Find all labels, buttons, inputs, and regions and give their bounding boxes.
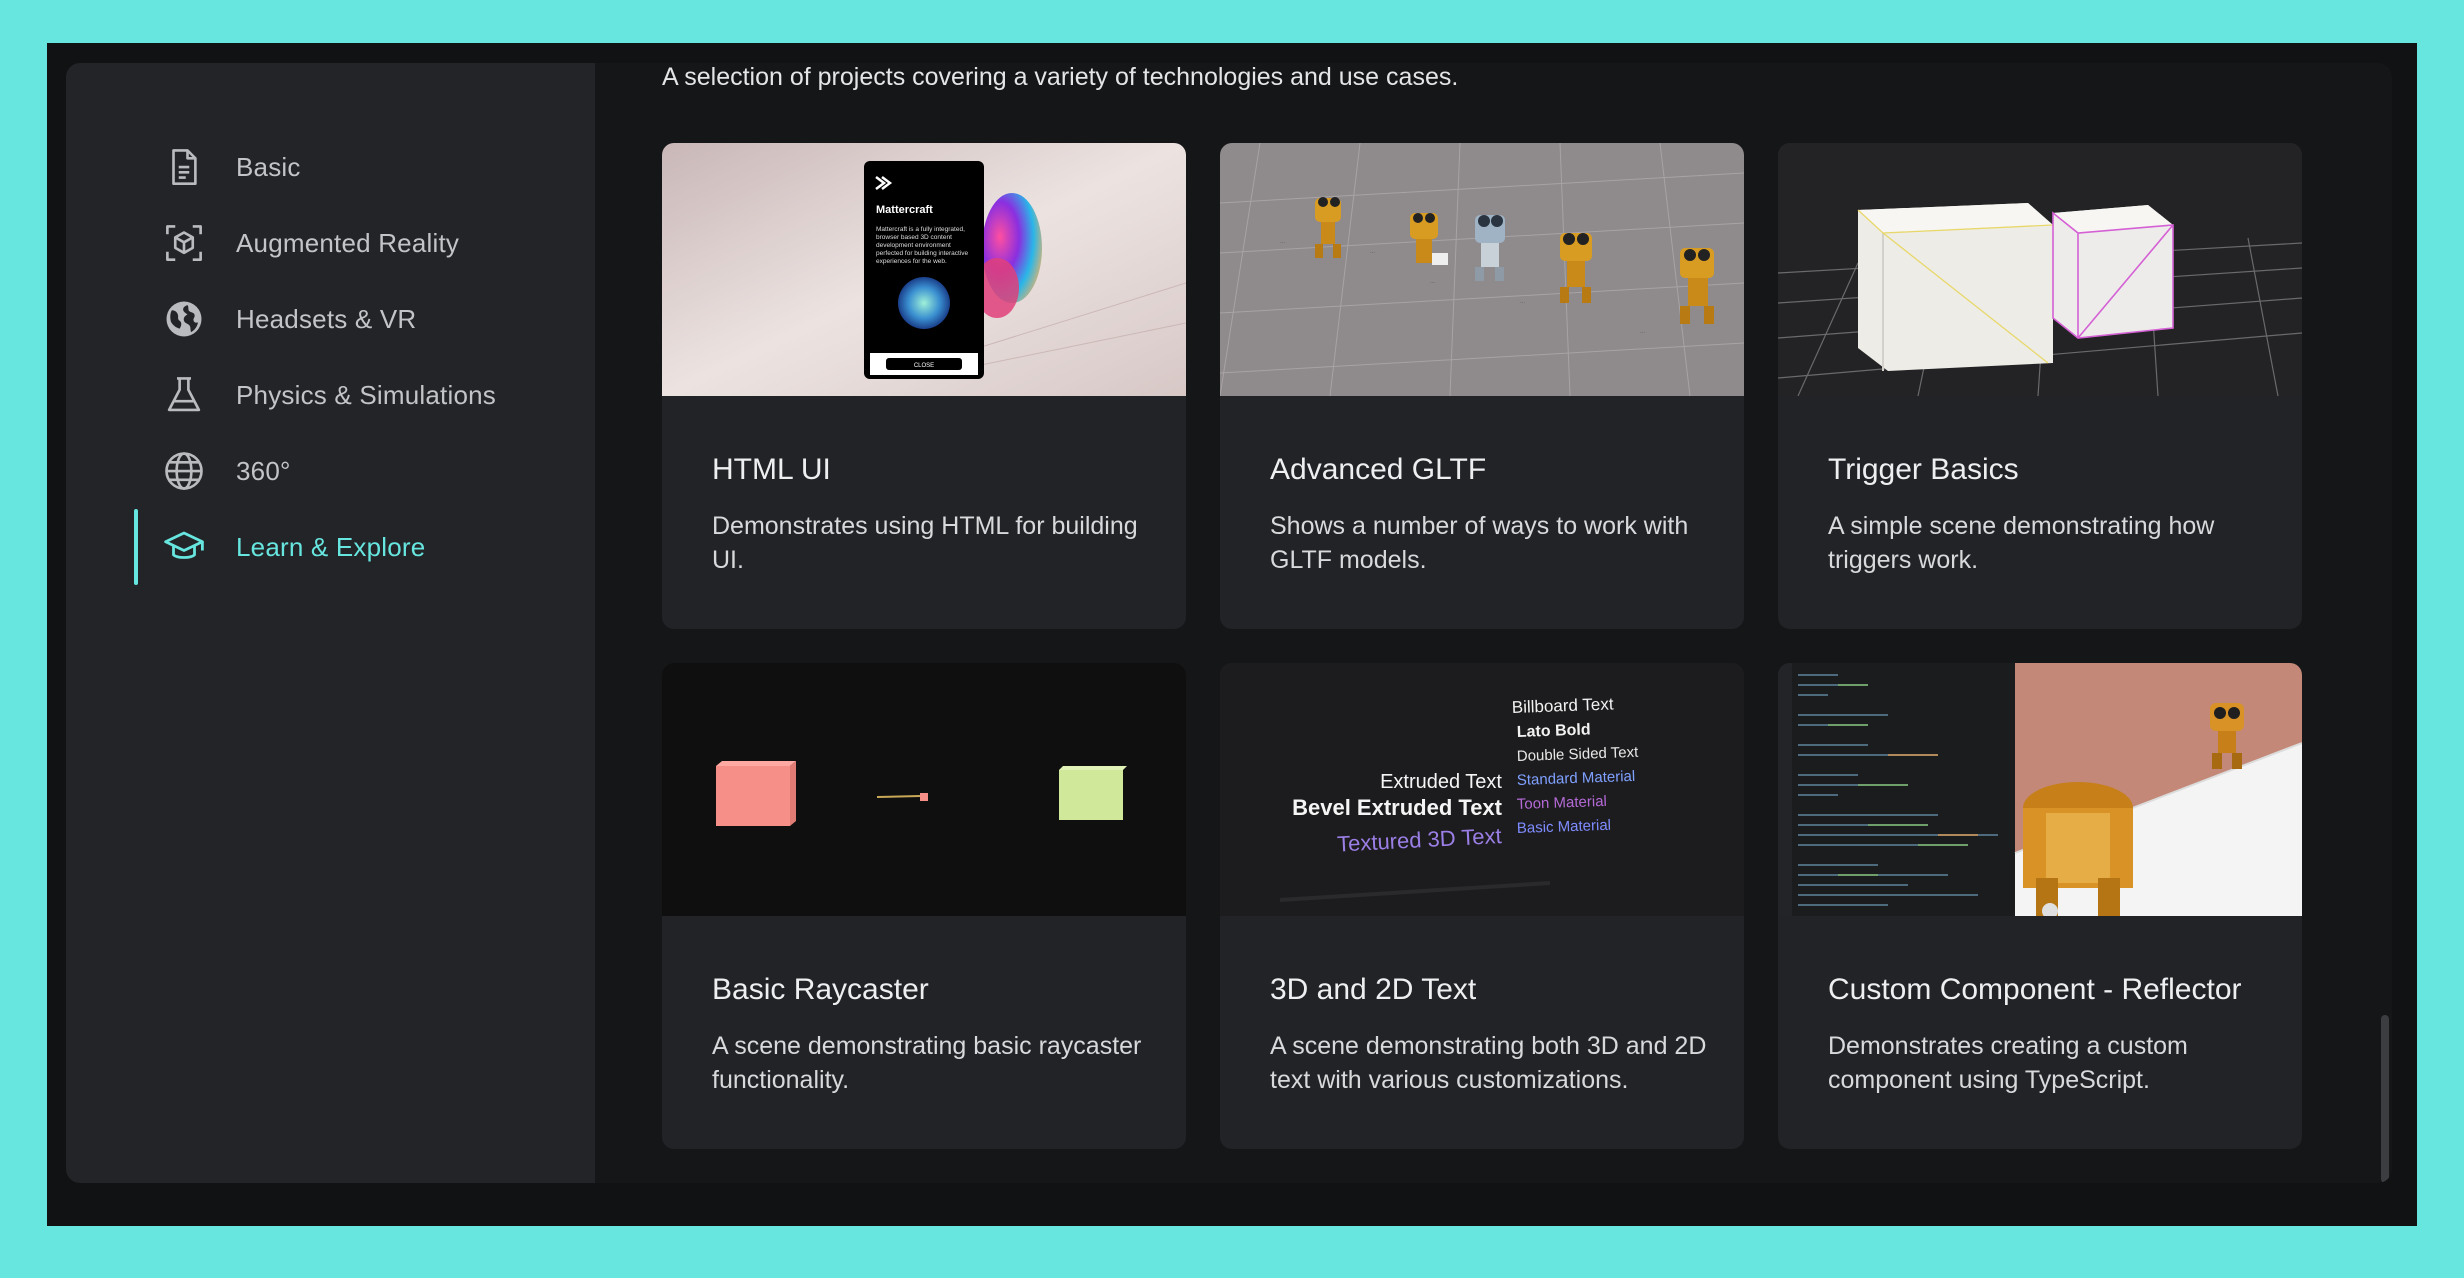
card-title: 3D and 2D Text bbox=[1270, 973, 1477, 1006]
card-description: Demonstrates using HTML for building UI. bbox=[712, 512, 1138, 574]
app-window: Basic Augmented Reality Headsets & VR Ph… bbox=[66, 63, 2392, 1183]
svg-text:development environment: development environment bbox=[876, 242, 951, 249]
vertical-scrollbar[interactable] bbox=[2381, 1015, 2389, 1183]
sidebar-item-label: 360° bbox=[236, 455, 291, 486]
card-title: HTML UI bbox=[712, 453, 831, 486]
card-thumbnail bbox=[1778, 143, 2302, 396]
sidebar: Basic Augmented Reality Headsets & VR Ph… bbox=[66, 63, 595, 1183]
sidebar-item-basic[interactable]: Basic bbox=[134, 129, 574, 205]
card-title: Basic Raycaster bbox=[712, 973, 929, 1006]
sidebar-item-physics-simulations[interactable]: Physics & Simulations bbox=[134, 357, 574, 433]
document-icon bbox=[162, 145, 206, 189]
svg-text:experiences for the web.: experiences for the web. bbox=[876, 258, 947, 265]
svg-text:CLOSE: CLOSE bbox=[914, 363, 934, 369]
sidebar-item-learn-explore[interactable]: Learn & Explore bbox=[134, 509, 574, 585]
sidebar-item-label: Learn & Explore bbox=[236, 531, 426, 562]
sidebar-item-headsets-vr[interactable]: Headsets & VR bbox=[134, 281, 574, 357]
sidebar-item-label: Basic bbox=[236, 151, 301, 182]
graduation-cap-icon bbox=[162, 525, 206, 569]
card-description: A simple scene demonstrating how trigger… bbox=[1828, 512, 2215, 574]
card-description: A scene demonstrating basic raycaster fu… bbox=[712, 1032, 1142, 1094]
sidebar-item-360[interactable]: 360° bbox=[134, 433, 574, 509]
svg-text:browser based 3D content: browser based 3D content bbox=[876, 234, 952, 241]
sidebar-item-label: Physics & Simulations bbox=[236, 379, 496, 410]
svg-text:Toon Material: Toon Material bbox=[1517, 793, 1608, 813]
card-description: A scene demonstrating both 3D and 2D tex… bbox=[1270, 1032, 1707, 1094]
project-card-basic-raycaster[interactable]: Basic Raycaster A scene demonstrating ba… bbox=[662, 663, 1186, 1149]
svg-text:Bevel Extruded Text: Bevel Extruded Text bbox=[1292, 795, 1503, 820]
sidebar-item-label: Augmented Reality bbox=[236, 227, 460, 258]
card-description: Shows a number of ways to work with GLTF… bbox=[1270, 512, 1689, 574]
svg-text:Basic Material: Basic Material bbox=[1517, 817, 1612, 837]
svg-text:Extruded Text: Extruded Text bbox=[1380, 771, 1502, 793]
svg-text:...: ... bbox=[1640, 329, 1645, 335]
svg-text:...: ... bbox=[1430, 279, 1435, 285]
card-thumbnail bbox=[662, 663, 1186, 916]
card-thumbnail bbox=[1778, 663, 2302, 916]
mock-text-billboard: Billboard Text bbox=[1511, 694, 1614, 717]
card-title: Trigger Basics bbox=[1828, 453, 2019, 486]
card-thumbnail: ............... bbox=[1220, 143, 1744, 396]
card-description: Demonstrates creating a custom component… bbox=[1828, 1032, 2188, 1094]
card-thumbnail: Mattercraft Mattercraft is a fully integ… bbox=[662, 143, 1186, 396]
svg-text:perfected for building interac: perfected for building interactive bbox=[876, 250, 969, 257]
svg-text:Lato Bold: Lato Bold bbox=[1517, 721, 1591, 741]
card-title: Custom Component - Reflector bbox=[1828, 973, 2242, 1006]
project-card-advanced-gltf[interactable]: ............... Advanced GLTF Shows a nu… bbox=[1220, 143, 1744, 629]
card-title: Advanced GLTF bbox=[1270, 453, 1487, 486]
code-editor-panel bbox=[1778, 663, 2015, 916]
sidebar-item-label: Headsets & VR bbox=[236, 303, 417, 334]
mock-brand-text: Mattercraft bbox=[876, 204, 933, 216]
svg-text:Mattercraft is a fully integra: Mattercraft is a fully integrated, bbox=[876, 226, 965, 233]
project-card-html-ui[interactable]: Mattercraft Mattercraft is a fully integ… bbox=[662, 143, 1186, 629]
page-subtitle: A selection of projects covering a varie… bbox=[662, 63, 1459, 91]
project-card-trigger-basics[interactable]: Trigger Basics A simple scene demonstrat… bbox=[1778, 143, 2302, 629]
svg-text:...: ... bbox=[1370, 249, 1375, 255]
globe-icon bbox=[162, 449, 206, 493]
sidebar-item-augmented-reality[interactable]: Augmented Reality bbox=[134, 205, 574, 281]
project-card-3d-2d-text[interactable]: Billboard Text Lato Bold Double Sided Te… bbox=[1220, 663, 1744, 1149]
card-thumbnail: Billboard Text Lato Bold Double Sided Te… bbox=[1220, 663, 1744, 916]
flask-icon bbox=[162, 373, 206, 417]
project-card-custom-component-reflector[interactable]: Custom Component - Reflector Demonstrate… bbox=[1778, 663, 2302, 1149]
globe-filled-icon bbox=[162, 297, 206, 341]
ar-cube-icon bbox=[162, 221, 206, 265]
svg-text:...: ... bbox=[1520, 299, 1525, 305]
svg-text:...: ... bbox=[1280, 239, 1285, 245]
white-cube bbox=[1857, 203, 2054, 371]
trigger-cube bbox=[2052, 205, 2174, 339]
